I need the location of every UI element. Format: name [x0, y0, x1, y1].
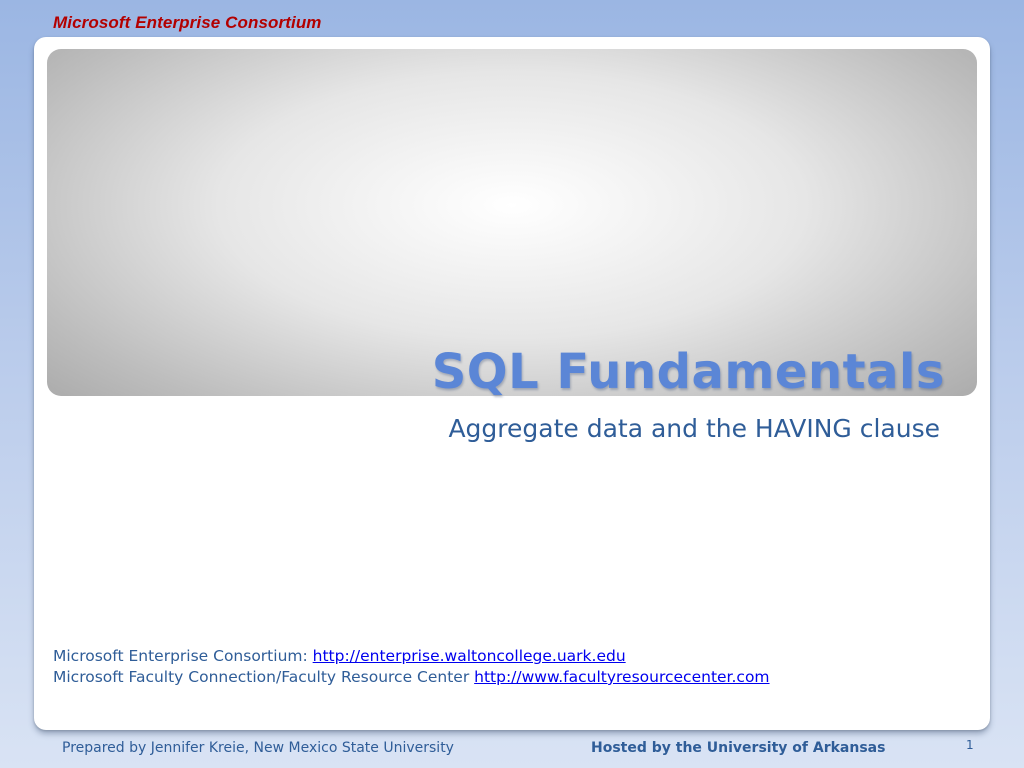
slide-subtitle: Aggregate data and the HAVING clause: [448, 414, 940, 443]
prepared-by-footer: Prepared by Jennifer Kreie, New Mexico S…: [62, 740, 454, 756]
consortium-brand-header: Microsoft Enterprise Consortium: [53, 13, 322, 32]
consortium-link[interactable]: http://enterprise.waltoncollege.uark.edu: [313, 647, 626, 665]
consortium-link-label: Microsoft Enterprise Consortium:: [53, 647, 313, 665]
slide-title: SQL Fundamentals: [431, 344, 945, 400]
resource-links: Microsoft Enterprise Consortium: http://…: [53, 646, 770, 688]
page-number: 1: [966, 738, 974, 752]
faculty-resource-link[interactable]: http://www.facultyresourcecenter.com: [474, 668, 769, 686]
faculty-link-line: Microsoft Faculty Connection/Faculty Res…: [53, 667, 770, 688]
hosted-by-footer: Hosted by the University of Arkansas: [591, 740, 886, 756]
faculty-link-label: Microsoft Faculty Connection/Faculty Res…: [53, 668, 475, 686]
consortium-link-line: Microsoft Enterprise Consortium: http://…: [53, 646, 770, 667]
